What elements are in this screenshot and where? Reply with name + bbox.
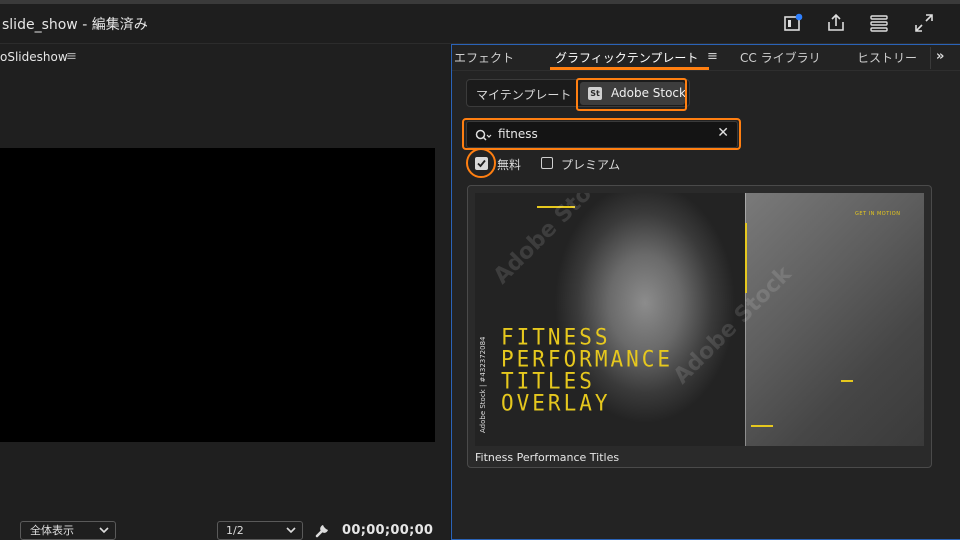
fit-value: 全体表示 bbox=[30, 524, 74, 537]
resolution-dropdown[interactable]: 1/2 bbox=[217, 521, 303, 540]
program-monitor-panel: oSlideshow ≡ 全体表示 1/2 00;00;00;00 bbox=[0, 44, 450, 540]
chevron-down-icon bbox=[286, 522, 296, 534]
template-title: Fitness Performance Titles bbox=[475, 451, 620, 464]
premium-label: プレミアム bbox=[561, 158, 621, 172]
panel-menu-icon[interactable]: ≡ bbox=[66, 49, 77, 64]
free-label: 無料 bbox=[497, 158, 522, 172]
graphics-templates-panel: エフェクト グラフィックテンプレート ≡ CC ライブラリ ヒストリー » マイ… bbox=[451, 44, 960, 540]
project-title: slide_show - 編集済み bbox=[2, 17, 148, 33]
highlight-underline-graphic-templates bbox=[550, 67, 709, 70]
panel-menu-icon[interactable]: ≡ bbox=[707, 49, 718, 64]
quick-export-icon[interactable] bbox=[782, 12, 804, 34]
more-tabs-icon[interactable]: » bbox=[936, 49, 944, 64]
my-templates-button[interactable]: マイテンプレート bbox=[476, 86, 571, 103]
tab-effects[interactable]: エフェクト bbox=[454, 49, 514, 66]
thumbnail-accent-line bbox=[841, 380, 853, 382]
wrench-icon[interactable] bbox=[314, 521, 332, 539]
thumbnail-photo-right bbox=[745, 193, 924, 446]
program-monitor-header: oSlideshow ≡ bbox=[0, 44, 450, 70]
tab-divider bbox=[930, 47, 931, 69]
window-top-edge bbox=[0, 0, 960, 4]
fullscreen-icon[interactable] bbox=[913, 12, 935, 34]
video-preview[interactable] bbox=[0, 148, 435, 442]
template-thumbnail[interactable]: GET IN MOTION FITNESS PERFORMANCE TITLES… bbox=[475, 193, 924, 446]
tab-cc-libraries[interactable]: CC ライブラリ bbox=[740, 49, 821, 66]
title-bar: slide_show - 編集済み bbox=[0, 0, 960, 44]
premium-checkbox[interactable] bbox=[541, 157, 553, 169]
tab-history[interactable]: ヒストリー bbox=[857, 49, 917, 66]
sequence-tab[interactable]: oSlideshow bbox=[0, 50, 68, 64]
thumbnail-stock-id: Adobe Stock | #432372084 bbox=[479, 336, 487, 434]
chevron-down-icon bbox=[99, 522, 109, 534]
highlight-free-checkbox bbox=[466, 148, 496, 178]
thumbnail-accent-line bbox=[751, 425, 773, 427]
highlight-adobe-stock bbox=[576, 78, 687, 111]
thumbnail-small-text: GET IN MOTION bbox=[855, 211, 901, 217]
playhead-timecode[interactable]: 00;00;00;00 bbox=[342, 523, 433, 538]
highlight-search bbox=[462, 118, 741, 150]
template-result-card[interactable]: GET IN MOTION FITNESS PERFORMANCE TITLES… bbox=[467, 185, 932, 468]
tab-graphic-templates[interactable]: グラフィックテンプレート bbox=[555, 49, 698, 66]
share-icon[interactable] bbox=[825, 12, 847, 34]
fit-dropdown[interactable]: 全体表示 bbox=[20, 521, 116, 540]
thumbnail-accent-line bbox=[745, 223, 747, 293]
resolution-value: 1/2 bbox=[226, 524, 244, 537]
thumbnail-title-line: OVERLAY bbox=[501, 390, 611, 416]
workspaces-icon[interactable] bbox=[868, 12, 890, 34]
panel-tab-bar: エフェクト グラフィックテンプレート ≡ CC ライブラリ ヒストリー » bbox=[452, 45, 960, 71]
